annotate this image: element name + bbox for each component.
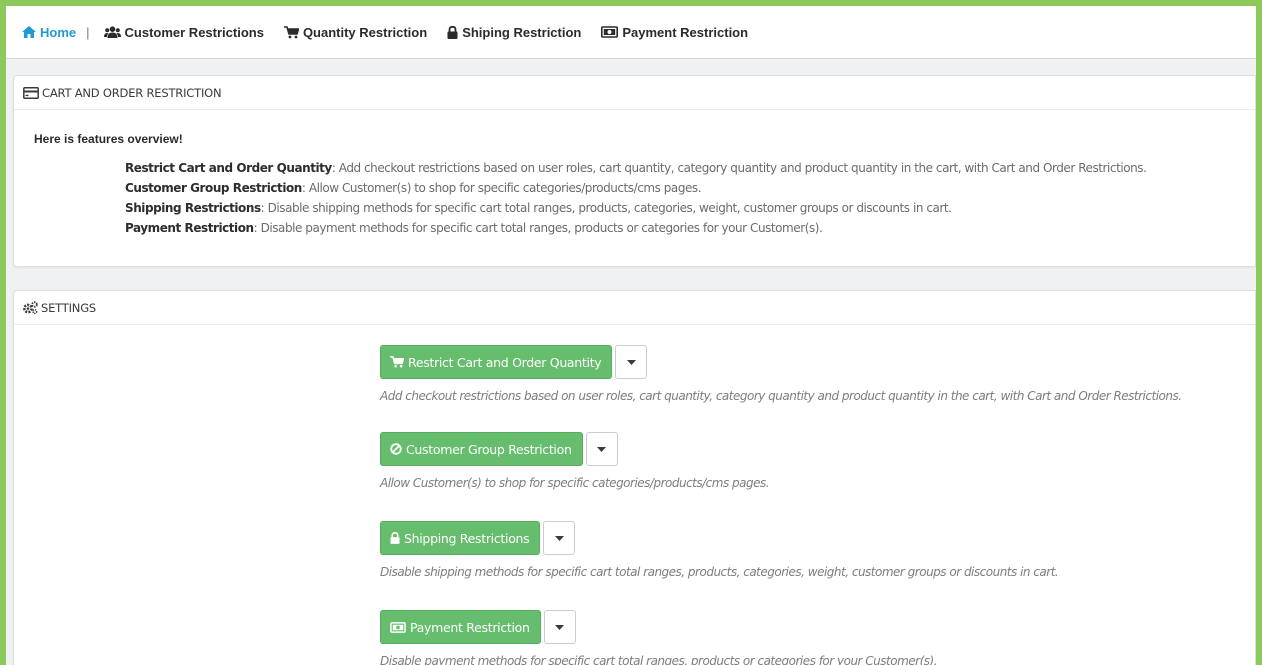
feature-item: Customer Group Restriction: Allow Custom… (125, 178, 1146, 198)
feature-item: Restrict Cart and Order Quantity: Add ch… (125, 158, 1147, 178)
feature-description: : Add checkout restrictions based on use… (331, 161, 1147, 175)
feature-description: : Disable payment methods for specific c… (253, 221, 823, 235)
cart-icon (283, 25, 299, 38)
nav-home-label: Home (40, 24, 77, 40)
dropdown-toggle-button[interactable] (543, 521, 576, 555)
lock-icon (390, 532, 400, 544)
overview-panel-heading: CART AND ORDER RESTRICTION (14, 76, 1255, 110)
shipping-restrictions-button[interactable]: Shipping Restrictions (380, 521, 541, 555)
nav-home-link[interactable]: Home (22, 25, 76, 40)
dropdown-toggle-button[interactable] (585, 432, 618, 466)
overview-panel-title: CART AND ORDER RESTRICTION (42, 85, 222, 100)
feature-name: Payment Restriction (125, 221, 254, 235)
money-icon (601, 26, 619, 38)
help-text: Disable payment methods for specific car… (380, 654, 938, 665)
nav-quantity-restriction[interactable]: Quantity Restriction (283, 24, 428, 40)
feature-name: Restrict Cart and Order Quantity (125, 161, 332, 175)
nav-item-label: Customer Restrictions (124, 24, 264, 40)
button-label: Shipping Restrictions (404, 530, 530, 546)
feature-list: Restrict Cart and Order Quantity: Add ch… (125, 158, 1147, 238)
cart-icon (390, 356, 404, 368)
help-text: Allow Customer(s) to shop for specific c… (380, 476, 770, 490)
settings-panel: SETTINGS Restrict Cart and Order Quantit… (13, 290, 1256, 665)
help-text: Add checkout restrictions based on user … (380, 389, 1182, 403)
button-label: Restrict Cart and Order Quantity (408, 354, 602, 370)
button-group: Restrict Cart and Order Quantity (380, 345, 1182, 379)
feature-description: : Allow Customer(s) to shop for specific… (301, 181, 702, 195)
button-group: Shipping Restrictions (380, 521, 1058, 555)
feature-item: Payment Restriction: Disable payment met… (125, 218, 1146, 238)
caret-down-icon (626, 359, 636, 365)
feature-name: Shipping Restrictions (125, 201, 261, 215)
dropdown-toggle-button[interactable] (543, 610, 576, 644)
nav-customer-restrictions[interactable]: Customer Restrictions (103, 24, 264, 40)
help-text: Disable shipping methods for specific ca… (380, 565, 1059, 579)
settings-panel-heading: SETTINGS (14, 291, 1255, 325)
top-navigation: Home | Customer Restrictions Quantity Re… (6, 6, 1256, 59)
customer-group-restriction-button[interactable]: Customer Group Restriction (380, 432, 583, 466)
caret-down-icon (597, 446, 607, 452)
button-label: Payment Restriction (410, 619, 530, 635)
dropdown-toggle-button[interactable] (615, 345, 648, 379)
feature-description: : Disable shipping methods for specific … (260, 201, 952, 215)
button-group: Payment Restriction (380, 610, 937, 644)
overview-panel: CART AND ORDER RESTRICTION Here is featu… (13, 75, 1256, 267)
credit-card-icon (23, 86, 39, 99)
nav-item-label: Payment Restriction (622, 24, 749, 40)
feature-name: Customer Group Restriction (125, 181, 302, 195)
feature-item: Shipping Restrictions: Disable shipping … (125, 198, 1146, 218)
setting-row-customer-group: Customer Group Restriction Allow Custome… (380, 432, 770, 490)
button-label: Customer Group Restriction (406, 441, 572, 457)
caret-down-icon (555, 624, 565, 630)
setting-row-quantity: Restrict Cart and Order Quantity Add che… (380, 345, 1182, 403)
restrict-cart-quantity-button[interactable]: Restrict Cart and Order Quantity (380, 345, 613, 379)
button-group: Customer Group Restriction (380, 432, 769, 466)
caret-down-icon (554, 535, 564, 541)
setting-row-shipping: Shipping Restrictions Disable shipping m… (380, 521, 1059, 579)
money-icon (390, 621, 406, 633)
ban-icon (390, 443, 402, 455)
overview-intro: Here is features overview! (34, 132, 183, 146)
nav-shipping-restriction[interactable]: Shiping Restriction (447, 25, 581, 40)
users-icon (103, 25, 121, 38)
setting-row-payment: Payment Restriction Disable payment meth… (380, 610, 938, 665)
app-frame: Home | Customer Restrictions Quantity Re… (0, 0, 1262, 665)
settings-panel-title: SETTINGS (41, 300, 97, 315)
cogs-icon (23, 301, 38, 314)
payment-restriction-button[interactable]: Payment Restriction (380, 610, 541, 644)
nav-payment-restriction[interactable]: Payment Restriction (601, 25, 748, 40)
nav-item-label: Shiping Restriction (462, 24, 582, 40)
nav-separator: | (86, 24, 90, 40)
lock-icon (447, 25, 458, 39)
home-icon (22, 26, 36, 38)
nav-item-label: Quantity Restriction (302, 24, 428, 40)
